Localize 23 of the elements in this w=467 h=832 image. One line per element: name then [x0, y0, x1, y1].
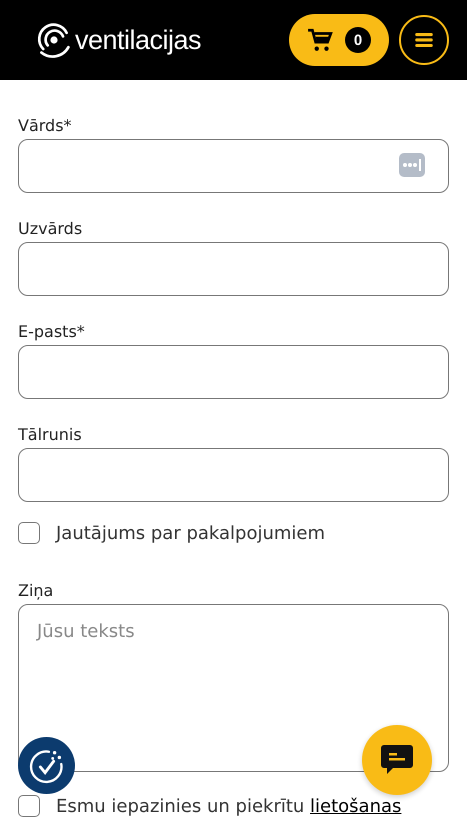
checkbox[interactable]	[18, 795, 40, 817]
message-field[interactable]: Jūsu teksts	[18, 604, 449, 772]
consent-text: Esmu iepazinies un piekrītu lietošanas	[56, 796, 402, 816]
menu-button[interactable]	[399, 15, 449, 65]
logo-icon	[36, 22, 72, 58]
terms-link[interactable]: lietošanas	[310, 796, 402, 816]
chat-icon	[380, 744, 414, 776]
menu-icon	[415, 33, 433, 47]
input-field[interactable]	[18, 242, 449, 296]
input-field[interactable]	[18, 139, 449, 193]
field-label: Ziņa	[18, 581, 54, 602]
field-label: E-pasts*	[18, 322, 86, 343]
field-label: Tālrunis	[18, 425, 83, 446]
logo-text[interactable]: ventilacijas	[75, 24, 202, 56]
checkbox[interactable]	[18, 522, 40, 544]
checkbox-label: Jautājums par pakalpojumiem	[56, 522, 326, 544]
input-field[interactable]	[18, 345, 449, 399]
cart-icon	[307, 27, 333, 53]
cart-button[interactable]: 0	[289, 14, 389, 66]
field-label: Vārds*	[18, 116, 73, 137]
input-field[interactable]	[18, 448, 449, 502]
field-label: Uzvārds	[18, 219, 84, 240]
cart-count: 0	[345, 27, 371, 53]
